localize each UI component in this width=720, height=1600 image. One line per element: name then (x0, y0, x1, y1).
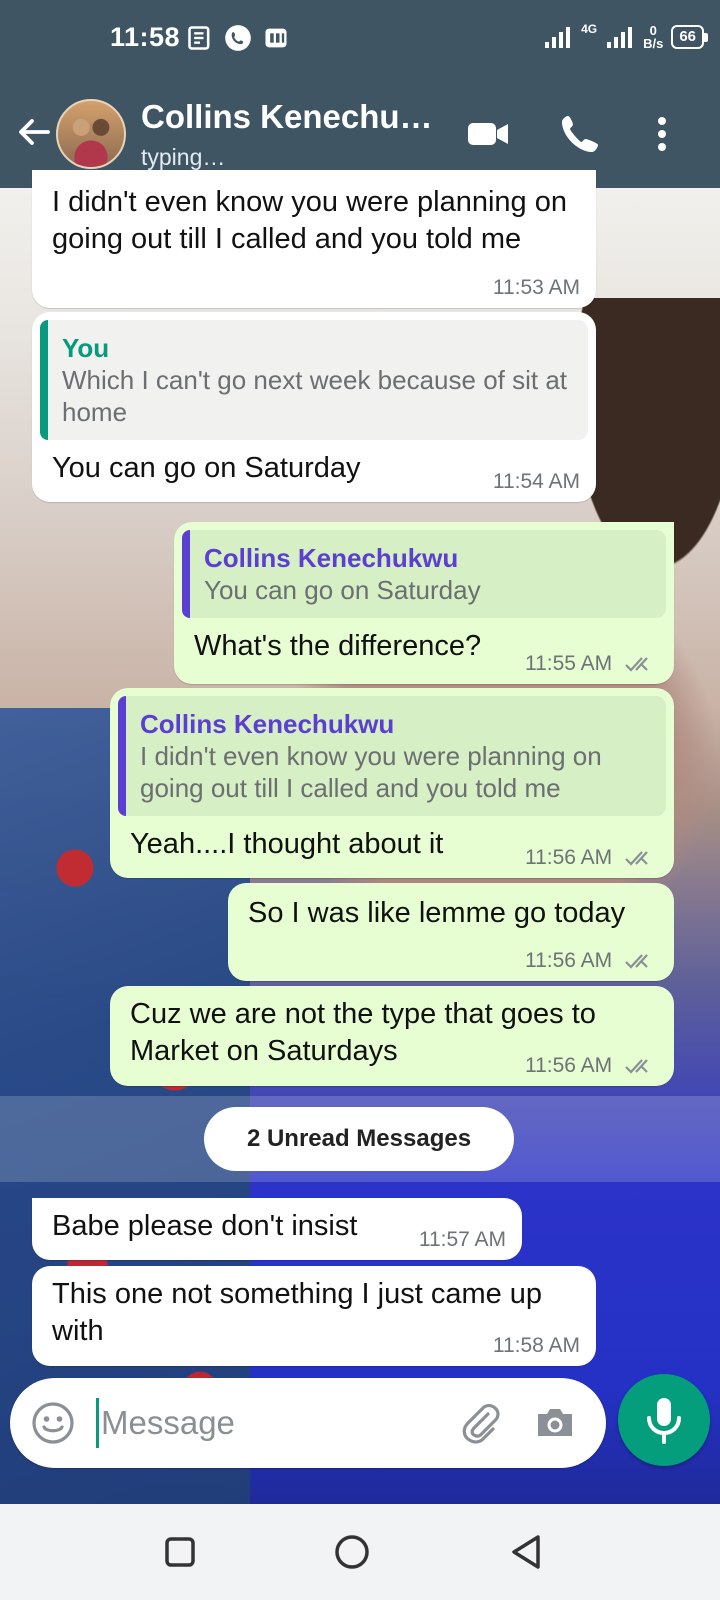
message-time: 11:56 AM (525, 846, 658, 870)
message-text: I didn't even know you were planning on … (52, 186, 567, 255)
read-receipt-icon (625, 657, 648, 673)
message-outgoing[interactable]: Cuz we are not the type that goes to Mar… (110, 986, 674, 1086)
microphone-icon (647, 1398, 681, 1444)
quoted-message[interactable]: Collins Kenechukwu You can go on Saturda… (182, 530, 666, 618)
video-call-button[interactable] (464, 110, 512, 158)
quoted-message[interactable]: You Which I can't go next week because o… (40, 320, 588, 440)
message-outgoing[interactable]: So I was like lemme go today 11:56 AM (228, 883, 674, 981)
message-time: 11:54 AM (492, 470, 580, 493)
message-outgoing-reply[interactable]: Collins Kenechukwu You can go on Saturda… (174, 522, 674, 684)
recent-apps-button[interactable] (158, 1530, 202, 1574)
read-receipt-icon (625, 954, 648, 970)
read-receipt-icon (625, 1059, 648, 1075)
contact-typing-status: typing… (141, 144, 226, 170)
contact-name[interactable]: Collins Kenechuk… (141, 98, 441, 136)
contact-avatar[interactable] (56, 99, 126, 169)
message-time: 11:55 AM (525, 652, 658, 676)
signal-strength-icon (545, 27, 571, 48)
unread-messages-banner: 2 Unread Messages (204, 1107, 514, 1171)
news-notification-icon (188, 26, 210, 50)
home-button[interactable] (330, 1530, 374, 1574)
message-time: 11:58 AM (492, 1334, 580, 1357)
voice-call-button[interactable] (556, 110, 604, 158)
read-receipt-icon (625, 851, 648, 867)
emoji-button[interactable] (30, 1400, 76, 1446)
message-text: This one not something I just came up wi… (52, 1278, 543, 1347)
quoted-author: Collins Kenechukwu (204, 543, 459, 573)
battery-indicator: 66 (671, 25, 708, 49)
sim-card-notification-icon (265, 28, 287, 48)
back-nav-button[interactable] (504, 1530, 548, 1574)
message-incoming[interactable]: Babe please don't insist 11:57 AM (32, 1198, 522, 1260)
message-time: 11:56 AM (525, 949, 658, 973)
quoted-text: You can go on Saturday (204, 575, 481, 605)
data-speed: 0 B/s (643, 24, 663, 50)
message-time-text: 11:56 AM (524, 846, 613, 869)
attach-button[interactable] (458, 1400, 504, 1446)
status-notification-icons (186, 24, 290, 52)
quoted-author: You (62, 333, 110, 363)
message-time: 11:57 AM (418, 1228, 506, 1251)
more-options-button[interactable] (638, 110, 686, 158)
camera-button[interactable] (532, 1400, 578, 1446)
signal-strength-2-icon (607, 27, 633, 48)
message-outgoing-reply[interactable]: Collins Kenechukwu I didn't even know yo… (110, 688, 674, 878)
message-composer (10, 1378, 606, 1468)
quoted-text: I didn't even know you were planning on … (140, 741, 602, 803)
message-time: 11:56 AM (525, 1054, 658, 1078)
status-time: 11:58 (110, 22, 181, 52)
message-input[interactable] (96, 1398, 426, 1448)
quoted-message[interactable]: Collins Kenechukwu I didn't even know yo… (118, 696, 666, 816)
system-navigation-bar (0, 1504, 720, 1600)
voice-message-button[interactable] (618, 1374, 710, 1466)
quoted-author: Collins Kenechukwu (140, 709, 395, 739)
message-incoming-reply[interactable]: You Which I can't go next week because o… (32, 312, 596, 502)
message-text: So I was like lemme go today (248, 897, 626, 929)
whatsapp-notification-icon (225, 25, 251, 51)
data-speed-unit: B/s (643, 36, 664, 51)
message-time-text: 11:56 AM (524, 1054, 613, 1077)
message-time: 11:53 AM (492, 276, 580, 299)
quoted-text: Which I can't go next week because of si… (62, 365, 568, 427)
network-type-label: 4G (581, 22, 598, 36)
status-system-icons: 4G 0 B/s 66 (543, 22, 708, 50)
message-time-text: 11:56 AM (524, 949, 613, 972)
back-button[interactable] (12, 110, 56, 154)
message-incoming[interactable]: I didn't even know you were planning on … (32, 170, 596, 308)
message-incoming[interactable]: This one not something I just came up wi… (32, 1266, 596, 1366)
status-bar: 11:58 4G 0 B/s 66 (0, 0, 720, 80)
message-time-text: 11:55 AM (524, 652, 613, 675)
